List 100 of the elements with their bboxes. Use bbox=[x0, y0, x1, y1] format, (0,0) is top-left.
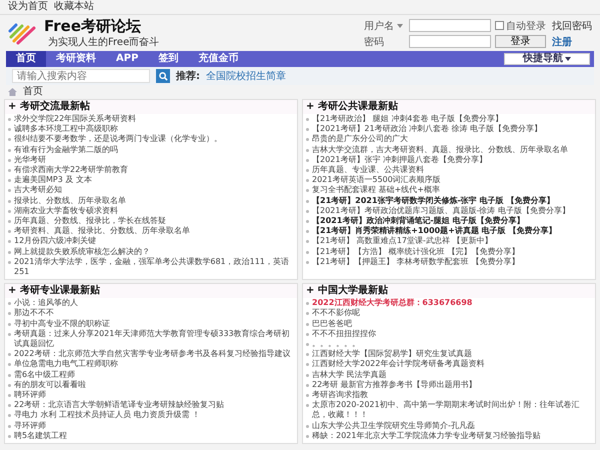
post-link[interactable]: 【21考研】【押题王】 李林考研数学配套班 【免费分享】 bbox=[312, 256, 520, 268]
search-button[interactable] bbox=[156, 69, 170, 83]
post-link[interactable]: 江西财经大学【国际贸易学】研究生复试真题 bbox=[312, 349, 472, 360]
post-link[interactable]: 有偿求西南大学22考研学前教育 bbox=[14, 165, 128, 176]
bullet-icon bbox=[306, 394, 309, 398]
post-link[interactable]: 寻电力 水利 工程技术员持证人员 电力资质升级需 ！ bbox=[14, 410, 200, 421]
bullet-icon bbox=[8, 434, 11, 438]
username-field[interactable] bbox=[409, 19, 491, 32]
post-link[interactable]: 有的朋友可以看看啦 bbox=[14, 380, 86, 390]
recommend-link[interactable]: 全国院校招生简章 bbox=[206, 69, 286, 83]
post-link[interactable]: 光华考研 bbox=[14, 154, 46, 166]
register-link[interactable]: 注册 bbox=[552, 34, 592, 48]
post-link[interactable]: 不不不影你呢 bbox=[312, 308, 360, 319]
bullet-icon bbox=[306, 128, 309, 132]
top-link[interactable]: 收藏本站 bbox=[54, 1, 94, 13]
post-link[interactable]: 【2021考研】21考研政治 冲刺八套卷 徐涛 电子版【免费分享】 bbox=[312, 124, 542, 134]
post-link[interactable]: 吉林大学交流群，吉大考研资料、真题、报录比、分数线、历年录取名单 bbox=[312, 144, 568, 155]
nav-item[interactable]: 签到 bbox=[148, 51, 188, 67]
bullet-icon bbox=[306, 404, 309, 408]
bullet-icon bbox=[306, 332, 309, 336]
bullet-icon bbox=[8, 384, 11, 387]
post-link[interactable]: 江西财经大学2022年会计学院考研备考真题资料 bbox=[312, 359, 484, 370]
bullet-icon bbox=[306, 148, 309, 152]
bullet-icon bbox=[306, 220, 309, 224]
bullet-icon bbox=[8, 424, 11, 428]
post-link[interactable]: 历年真题、分数线、报录比，学长在线答疑 bbox=[14, 216, 166, 226]
bullet-icon bbox=[306, 210, 309, 213]
bullet-icon bbox=[8, 189, 11, 192]
bullet-icon bbox=[306, 312, 309, 316]
breadcrumb-link[interactable]: 首页 bbox=[23, 86, 43, 98]
post-link[interactable]: 考研咨询求指教 bbox=[312, 390, 368, 400]
post-link[interactable]: 【21考研】肖秀荣精讲精练+1000题+讲真题 电子版 【免费分享】 bbox=[312, 226, 556, 236]
post-link[interactable]: 不不不扭扭捏捏你 bbox=[312, 328, 376, 340]
post-link[interactable]: 聘5名建筑工程 bbox=[14, 430, 68, 442]
post-link[interactable]: 2022考研：北京师范大学自然灾害学专业考研参考书及各科复习经验指导建议 bbox=[14, 349, 290, 360]
post-link[interactable]: 【2021考研】考研政治优题库习题版、真题版-徐涛 电子版【免费分享】 bbox=[312, 206, 570, 216]
panel-title: + 考研公共课最新贴 bbox=[303, 100, 595, 114]
home-icon[interactable] bbox=[8, 88, 17, 96]
nav-item[interactable]: 首页 bbox=[6, 51, 46, 67]
post-link[interactable]: 【21考研】 高数重难点17堂课-武忠祥 【更新中】 bbox=[312, 236, 492, 247]
post-link[interactable]: 很纠结要不要考数学，还是说考两门专业课（化学专业）。 bbox=[14, 134, 222, 145]
post-link[interactable]: 考研资料、真题、报录比、分数线、历年录取名单 bbox=[14, 226, 190, 236]
forgot-password-link[interactable]: 找回密码 bbox=[552, 18, 592, 32]
post-link[interactable]: 寻环评师 bbox=[14, 420, 46, 431]
post-link[interactable]: 12月份四六级冲刺关键 bbox=[14, 236, 96, 247]
search-field[interactable]: 请输入搜索内容 bbox=[12, 69, 150, 83]
post-link[interactable]: 走遍美国MP3 及 文本 bbox=[14, 175, 92, 186]
post-link[interactable]: 【2021考研】政治冲刺背诵笔记-腿姐 电子版【免费分享】 bbox=[312, 216, 524, 226]
bullet-icon bbox=[306, 374, 309, 377]
post-link[interactable]: 吉大考研必知 bbox=[14, 185, 62, 196]
bullet-icon bbox=[8, 250, 11, 254]
bullet-icon bbox=[8, 414, 11, 418]
post-link[interactable]: 网上就提款失败系统审核怎么解决的？ bbox=[14, 246, 150, 257]
bullet-icon bbox=[306, 384, 309, 387]
auto-login-checkbox[interactable]: 自动登录 bbox=[495, 18, 546, 32]
post-link[interactable]: 求外交学院22年国际关系考研资料 bbox=[14, 114, 136, 124]
nav-item[interactable]: 充值金币 bbox=[188, 51, 248, 67]
post-link[interactable]: 报录比、分数线、历年录取名单 bbox=[14, 196, 126, 206]
bullet-icon bbox=[306, 322, 309, 326]
post-link[interactable]: 山东大学公共卫生学院研究生导师简介-孔凡磊 bbox=[312, 420, 475, 431]
post-link[interactable]: 巴巴爸爸吧 bbox=[312, 318, 352, 329]
post-link[interactable]: 2021考研英语一5500词汇表顺序版 bbox=[312, 175, 441, 186]
nav-item[interactable]: 考研资料 bbox=[46, 51, 106, 67]
post-link[interactable]: 吉林大学 民法学真题 bbox=[312, 370, 387, 380]
post-link[interactable]: 历年真题、专业课、公共课资料 bbox=[312, 165, 424, 176]
post-link[interactable]: 小说：追风筝的人 bbox=[14, 298, 78, 308]
post-link[interactable]: 考研真题：过来人分享2021年天津师范大学教育管理专硕333教育综合考研初试真题回忆 bbox=[14, 328, 294, 350]
post-link[interactable]: 【21考研】【方浩】 概率统计强化班 【完】【免费分享】 bbox=[312, 246, 520, 257]
post-link[interactable]: 那边不不不 bbox=[14, 308, 54, 319]
post-link[interactable]: 有谁有行为金融学第二版的吗 bbox=[14, 144, 118, 155]
post-link[interactable]: 2022江西财经大学考研总群：633676698 bbox=[312, 298, 472, 308]
bullet-icon bbox=[306, 189, 309, 192]
post-link[interactable]: 2021清华大学法学，医学，金融，强军单考公共课数学681，政治111，英语251 bbox=[14, 256, 294, 278]
post-link[interactable]: 聘环评师 bbox=[14, 390, 46, 400]
username-label: 用户名 bbox=[364, 18, 403, 32]
post-link[interactable]: 【21考研政治】 腿姐 冲刺4套卷 电子版【免费分享】 bbox=[312, 114, 503, 124]
bullet-icon bbox=[306, 169, 309, 172]
post-link[interactable]: 【2021考研】张宇 冲刺押题八套卷【免费分享】 bbox=[312, 154, 487, 166]
post-link[interactable]: 22考研 最新官方推荐参考书【导师出题用书】 bbox=[312, 380, 477, 390]
post-link[interactable]: 复习全书配套课程 基础+线代+概率 bbox=[312, 185, 440, 196]
recommend-label: 推荐: bbox=[176, 70, 200, 83]
post-link[interactable]: 稀缺：2021年北京大学工学院流体力学专业考研复习经验指导贴 bbox=[312, 430, 540, 442]
post-link[interactable]: 寻初中高专业不限的职称证 bbox=[14, 318, 110, 329]
post-link[interactable]: 【21考研】2021张宇考研数学闭关修炼-张宇 电子版 【免费分享】 bbox=[312, 196, 554, 206]
post-link[interactable]: 22考研：北京语言大学朝鲜语笔译专业考研辣缺经验复习贴 bbox=[14, 400, 224, 410]
post-link[interactable]: 诚聘多本环境工程中高级职称 bbox=[14, 124, 118, 134]
post-link[interactable]: 单位急需电力电气工程师职称 bbox=[14, 359, 118, 370]
bullet-icon bbox=[306, 424, 309, 428]
post-link[interactable]: 需6名中级工程师 bbox=[14, 370, 76, 380]
top-link[interactable]: 设为首页 bbox=[8, 1, 48, 13]
password-field[interactable] bbox=[409, 35, 491, 48]
nav-item[interactable]: APP bbox=[106, 51, 148, 67]
bullet-icon bbox=[8, 220, 11, 224]
post-link[interactable]: 太原市2020-2021初中、高中第一学期期末考试时间出炉！附：往年试卷汇总，收藏！！！ bbox=[312, 400, 592, 421]
bullet-icon bbox=[8, 363, 11, 366]
post-link[interactable]: 。。。。。。 bbox=[312, 339, 360, 350]
post-link[interactable]: 昂贵的是广东分公司的广大 bbox=[312, 134, 408, 145]
quick-nav-button[interactable]: 快捷导航 bbox=[504, 53, 590, 65]
login-button[interactable]: 登录 bbox=[495, 35, 546, 48]
post-link[interactable]: 湖南农业大学畜牧专硕求资料 bbox=[14, 206, 118, 216]
